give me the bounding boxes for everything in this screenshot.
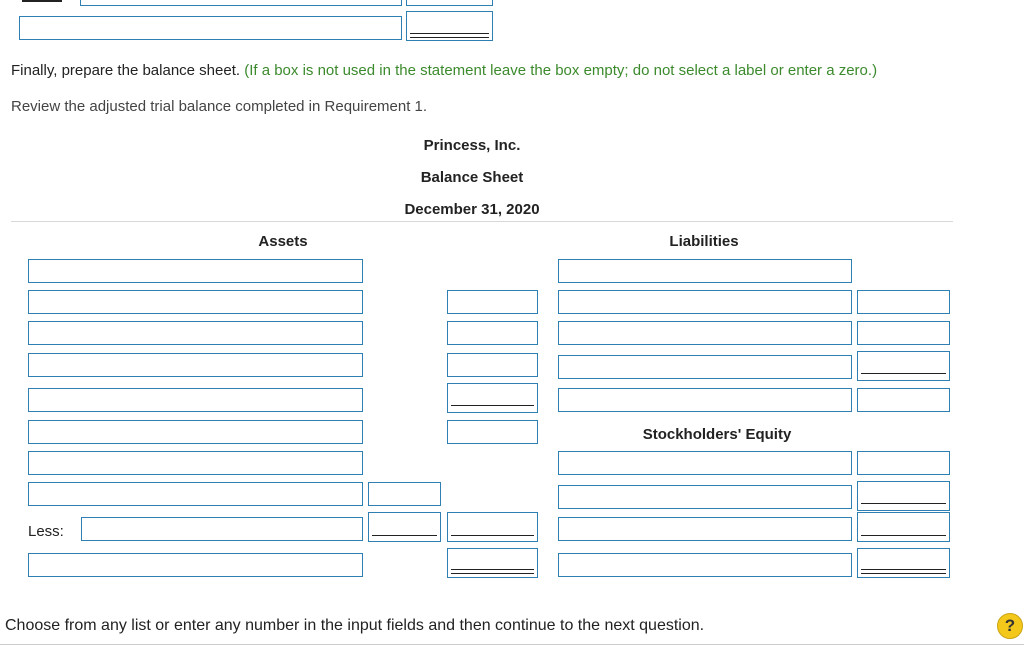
- heading-divider: [11, 221, 953, 222]
- equity-label-2[interactable]: [558, 485, 852, 509]
- asset-amount-3[interactable]: [447, 321, 538, 345]
- prev-row-label-input[interactable]: [80, 0, 402, 6]
- equity-total-amount[interactable]: [857, 512, 950, 542]
- asset-sub-amount-2[interactable]: [368, 512, 441, 542]
- equity-amount-1[interactable]: [857, 451, 950, 475]
- equity-label-1[interactable]: [558, 451, 852, 475]
- asset-amount-4[interactable]: [447, 353, 538, 377]
- review-text: Review the adjusted trial balance comple…: [11, 98, 428, 115]
- asset-label-4[interactable]: [28, 353, 363, 377]
- prev-less-label-fragment: [22, 0, 62, 5]
- asset-amount-less[interactable]: [447, 512, 538, 542]
- liability-label-3[interactable]: [558, 321, 852, 345]
- instruction-hint: (If a box is not used in the statement l…: [244, 62, 878, 79]
- equity-header: Stockholders' Equity: [642, 426, 792, 443]
- liab-equity-total-label[interactable]: [558, 553, 852, 577]
- asset-amount-2[interactable]: [447, 290, 538, 314]
- instruction-line: Finally, prepare the balance sheet. (If …: [11, 62, 877, 79]
- asset-label-5[interactable]: [28, 388, 363, 412]
- prev-row-amount-input[interactable]: [406, 0, 493, 6]
- equity-total-label[interactable]: [558, 517, 852, 541]
- asset-sub-amount-1[interactable]: [368, 482, 441, 506]
- asset-label-1[interactable]: [28, 259, 363, 283]
- question-icon[interactable]: ?: [997, 613, 1023, 639]
- asset-amount-5[interactable]: [447, 383, 538, 413]
- liability-amount-3[interactable]: [857, 321, 950, 345]
- asset-label-2[interactable]: [28, 290, 363, 314]
- asset-label-6[interactable]: [28, 420, 363, 444]
- prev-total-amount-input[interactable]: [406, 11, 493, 41]
- asset-less-label[interactable]: [81, 517, 363, 541]
- company-name: Princess, Inc.: [423, 137, 521, 154]
- asset-label-7[interactable]: [28, 451, 363, 475]
- asset-label-3[interactable]: [28, 321, 363, 345]
- liab-equity-total-amount[interactable]: [857, 548, 950, 578]
- less-label: Less:: [28, 523, 64, 540]
- liability-label-2[interactable]: [558, 290, 852, 314]
- liability-amount-2[interactable]: [857, 290, 950, 314]
- prev-total-label-input[interactable]: [19, 16, 402, 40]
- statement-title: Balance Sheet: [420, 169, 524, 186]
- asset-amount-6[interactable]: [447, 420, 538, 444]
- liability-label-1[interactable]: [558, 259, 852, 283]
- assets-header: Assets: [258, 233, 308, 250]
- statement-date: December 31, 2020: [404, 201, 540, 218]
- equity-amount-2[interactable]: [857, 481, 950, 511]
- liabilities-header: Liabilities: [669, 233, 739, 250]
- liability-label-4[interactable]: [558, 355, 852, 379]
- liability-total-amount[interactable]: [857, 388, 950, 412]
- instruction-text: Finally, prepare the balance sheet.: [11, 62, 241, 79]
- asset-label-8[interactable]: [28, 482, 363, 506]
- footer-message: Choose from any list or enter any number…: [5, 617, 705, 634]
- liability-amount-4[interactable]: [857, 351, 950, 381]
- asset-total-label[interactable]: [28, 553, 363, 577]
- footer-divider: [0, 644, 1024, 645]
- liability-total-label[interactable]: [558, 388, 852, 412]
- asset-total-amount[interactable]: [447, 548, 538, 578]
